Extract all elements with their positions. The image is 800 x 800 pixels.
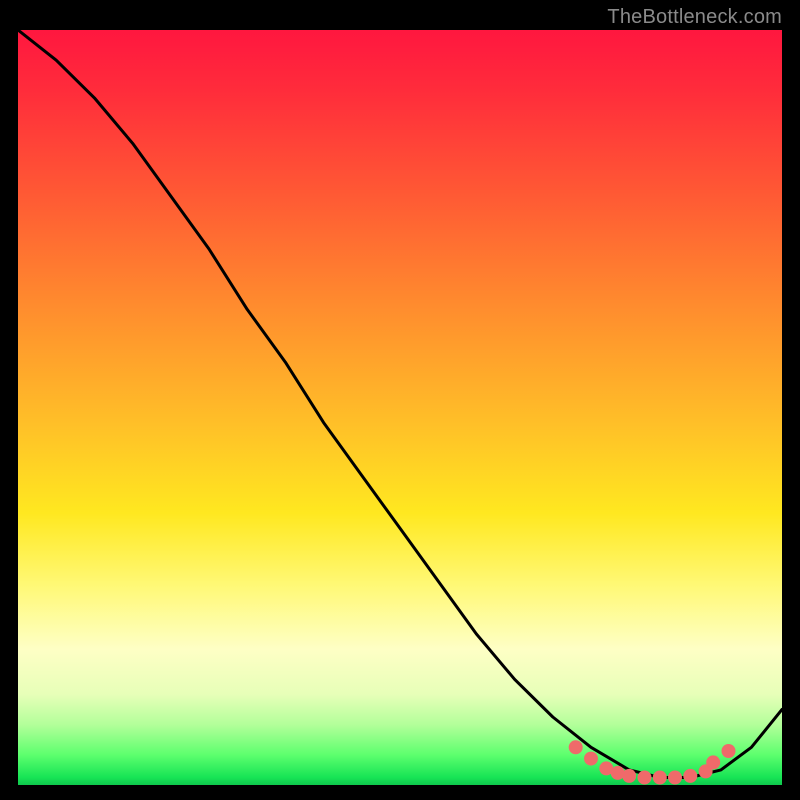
marker-dot [569,740,583,754]
curve-path [18,30,782,778]
marker-dot [653,771,667,785]
marker-dot [668,771,682,785]
marker-dot [584,752,598,766]
curve-layer [18,30,782,785]
watermark-text: TheBottleneck.com [607,6,782,29]
marker-dot [622,769,636,783]
chart-frame: TheBottleneck.com [0,0,800,800]
plot-area [18,30,782,785]
marker-dot [683,769,697,783]
marker-dots [569,740,736,784]
marker-dot [722,744,736,758]
marker-dot [638,771,652,785]
marker-dot [706,755,720,769]
